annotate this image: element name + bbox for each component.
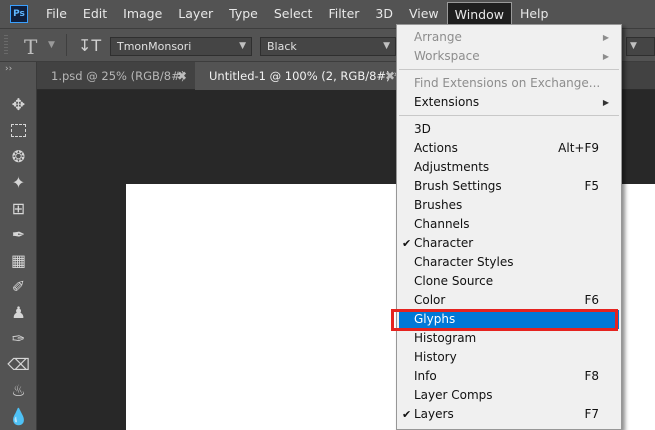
crop-tool-icon[interactable]: ⊞ bbox=[0, 196, 37, 220]
clone-stamp-icon[interactable]: ♟ bbox=[0, 300, 37, 324]
menu-item-character[interactable]: ✔ Character bbox=[399, 234, 619, 253]
tab-untitled-1[interactable]: Untitled-1 @ 100% (2, RGB/8#) * ✖ bbox=[195, 62, 405, 90]
menu-item-shortcut: F5 bbox=[584, 179, 599, 193]
submenu-arrow-icon: ▶ bbox=[602, 33, 609, 42]
menu-separator bbox=[399, 69, 619, 70]
menu-filter[interactable]: Filter bbox=[320, 0, 367, 28]
font-style-value: Black bbox=[267, 40, 297, 53]
menu-item-find-extensions[interactable]: Find Extensions on Exchange... bbox=[399, 74, 619, 93]
menu-edit[interactable]: Edit bbox=[75, 0, 115, 28]
tool-preset-caret-icon[interactable]: ▼ bbox=[48, 40, 55, 50]
font-family-dropdown[interactable]: TmonMonsori ▼ bbox=[110, 37, 252, 56]
menu-item-histogram[interactable]: Histogram bbox=[399, 329, 619, 348]
submenu-arrow-icon: ▶ bbox=[602, 98, 609, 107]
menu-item-channels[interactable]: Channels bbox=[399, 215, 619, 234]
type-tool-preset-icon[interactable]: T bbox=[24, 35, 37, 59]
close-icon[interactable]: ✖ bbox=[385, 62, 395, 90]
submenu-arrow-icon: ▶ bbox=[602, 52, 609, 61]
menu-item-label: Character Styles bbox=[414, 255, 514, 269]
brush-tool-icon[interactable]: ✐ bbox=[0, 274, 37, 298]
chevron-down-icon: ▼ bbox=[383, 41, 390, 51]
menu-item-label: Histogram bbox=[414, 331, 477, 345]
menu-item-label: Layers bbox=[414, 407, 454, 421]
font-size-dropdown[interactable]: ▼ bbox=[626, 37, 655, 56]
tab-1-psd[interactable]: 1.psd @ 25% (RGB/8#) ✖ bbox=[37, 62, 195, 90]
menu-item-3d[interactable]: 3D bbox=[399, 120, 619, 139]
font-family-value: TmonMonsori bbox=[117, 40, 192, 53]
menu-separator bbox=[399, 115, 619, 116]
checkmark-icon: ✔ bbox=[402, 408, 412, 421]
menu-item-label: Actions bbox=[414, 141, 458, 155]
menu-file[interactable]: File bbox=[38, 0, 75, 28]
menu-item-clone-source[interactable]: Clone Source bbox=[399, 272, 619, 291]
eraser-icon[interactable]: ⌫ bbox=[0, 352, 37, 376]
menu-item-label: Color bbox=[414, 293, 446, 307]
history-brush-icon[interactable]: ✑ bbox=[0, 326, 37, 350]
eyedropper-icon[interactable]: ✒ bbox=[0, 222, 37, 246]
menu-item-arrange[interactable]: Arrange ▶ bbox=[399, 28, 619, 47]
menu-item-label: Channels bbox=[414, 217, 470, 231]
magic-wand-icon[interactable]: ✦ bbox=[0, 170, 37, 194]
menu-item-layers[interactable]: ✔ Layers F7 bbox=[399, 405, 619, 424]
menu-image[interactable]: Image bbox=[115, 0, 170, 28]
menu-item-color[interactable]: Color F6 bbox=[399, 291, 619, 310]
menu-item-actions[interactable]: Actions Alt+F9 bbox=[399, 139, 619, 158]
menu-layer[interactable]: Layer bbox=[170, 0, 221, 28]
menu-select[interactable]: Select bbox=[266, 0, 321, 28]
window-menu-dropdown: Arrange ▶ Workspace ▶ Find Extensions on… bbox=[396, 24, 622, 430]
checkmark-icon: ✔ bbox=[402, 237, 412, 250]
menu-item-label: 3D bbox=[414, 122, 431, 136]
menu-item-shortcut: F8 bbox=[584, 369, 599, 383]
menu-item-label: Layer Comps bbox=[414, 388, 493, 402]
photoshop-logo-icon: Ps bbox=[10, 5, 28, 23]
menu-item-label: Arrange bbox=[414, 30, 462, 44]
menu-item-brush-settings[interactable]: Brush Settings F5 bbox=[399, 177, 619, 196]
tools-panel: ›› ✥ ❂ ✦ ⊞ ✒ ▦ ✐ ♟ ✑ ⌫ ♨ 💧 bbox=[0, 62, 37, 430]
menu-item-label: Character bbox=[414, 236, 474, 250]
font-style-dropdown[interactable]: Black ▼ bbox=[260, 37, 396, 56]
paint-bucket-icon[interactable]: ♨ bbox=[0, 378, 37, 402]
menu-item-shortcut: F6 bbox=[584, 293, 599, 307]
menu-item-label: Brushes bbox=[414, 198, 463, 212]
menu-item-label: Find Extensions on Exchange... bbox=[414, 76, 601, 90]
menu-item-label: Brush Settings bbox=[414, 179, 502, 193]
glyphs-highlight-annotation bbox=[391, 309, 618, 331]
menu-item-label: History bbox=[414, 350, 457, 364]
menu-item-character-styles[interactable]: Character Styles bbox=[399, 253, 619, 272]
menu-item-workspace[interactable]: Workspace ▶ bbox=[399, 47, 619, 66]
menu-item-shortcut: F7 bbox=[584, 407, 599, 421]
blur-tool-icon[interactable]: 💧 bbox=[0, 404, 37, 428]
menu-item-shortcut: Alt+F9 bbox=[558, 141, 599, 155]
menu-item-adjustments[interactable]: Adjustments bbox=[399, 158, 619, 177]
move-tool-icon[interactable]: ✥ bbox=[0, 92, 37, 116]
collapse-toolbar-icon[interactable]: ›› bbox=[5, 64, 12, 74]
healing-brush-icon[interactable]: ▦ bbox=[0, 248, 37, 272]
menu-type[interactable]: Type bbox=[221, 0, 266, 28]
menu-item-brushes[interactable]: Brushes bbox=[399, 196, 619, 215]
lasso-tool-icon[interactable]: ❂ bbox=[0, 144, 37, 168]
menu-item-extensions[interactable]: Extensions ▶ bbox=[399, 93, 619, 112]
chevron-down-icon: ▼ bbox=[239, 41, 246, 51]
menu-item-history[interactable]: History bbox=[399, 348, 619, 367]
menu-item-info[interactable]: Info F8 bbox=[399, 367, 619, 386]
menu-item-layer-comps[interactable]: Layer Comps bbox=[399, 386, 619, 405]
menu-item-label: Extensions bbox=[414, 95, 480, 109]
tab-label: 1.psd @ 25% (RGB/8#) bbox=[51, 69, 186, 83]
menu-item-label: Workspace bbox=[414, 49, 480, 63]
menu-item-label: Clone Source bbox=[414, 274, 494, 288]
menu-item-label: Adjustments bbox=[414, 160, 490, 174]
close-icon[interactable]: ✖ bbox=[177, 62, 187, 90]
tab-label: Untitled-1 @ 100% (2, RGB/8#) * bbox=[209, 69, 400, 83]
options-separator bbox=[66, 34, 67, 56]
menu-item-label: Info bbox=[414, 369, 437, 383]
menu-window[interactable]: Window bbox=[446, 2, 512, 26]
marquee-tool-icon[interactable] bbox=[0, 118, 37, 142]
options-bar-grip[interactable] bbox=[4, 35, 8, 55]
toggle-text-orientation-icon[interactable]: ↧T bbox=[78, 36, 101, 55]
